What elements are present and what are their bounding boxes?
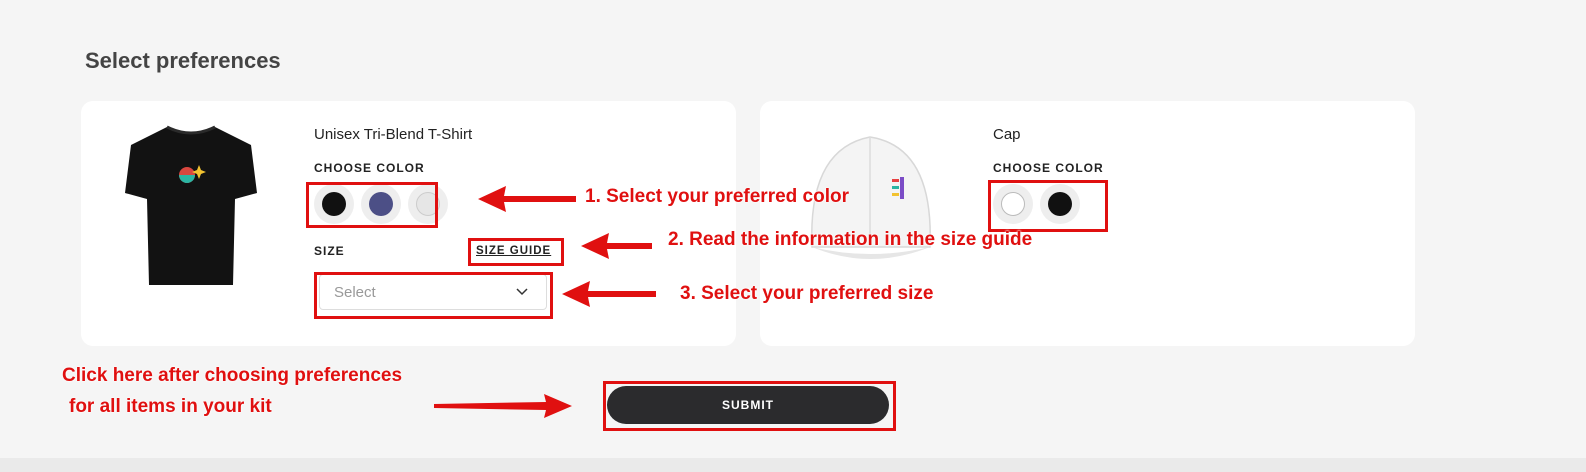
arrow-submit bbox=[434, 394, 572, 418]
annotation-step2: 2. Read the information in the size guid… bbox=[668, 229, 1033, 250]
annotation-step3: 3. Select your preferred size bbox=[680, 283, 934, 304]
arrow-step1 bbox=[478, 186, 576, 212]
arrow-step3 bbox=[562, 281, 656, 307]
arrow-step2 bbox=[581, 233, 652, 259]
annotation-step1: 1. Select your preferred color bbox=[585, 186, 849, 207]
annotation-click-line1: Click here after choosing preferences bbox=[62, 365, 403, 386]
annotation-click-line2: for all items in your kit bbox=[69, 396, 272, 417]
